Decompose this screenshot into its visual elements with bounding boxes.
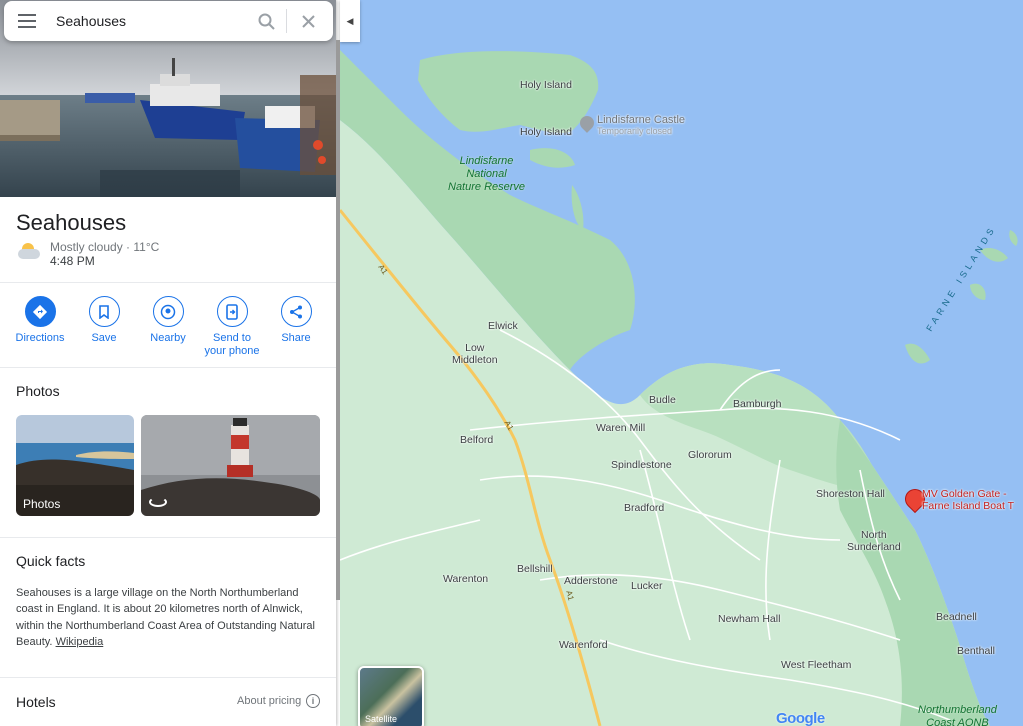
map-label-castle-status: Temporarily closed [597,126,673,136]
search-bar [4,1,333,41]
map-label-elwick[interactable]: Elwick [488,320,518,332]
map-label-shoreston-hall[interactable]: Shoreston Hall [816,488,885,500]
map-label-newham-hall[interactable]: Newham Hall [718,613,780,625]
photos-tile-label: Photos [23,497,61,511]
about-pricing-label[interactable]: About pricing [237,695,301,707]
place-side-panel: Seahouses Mostly cloudy · 11°C 4:48 PM D… [0,0,336,726]
quick-facts-heading: Quick facts [16,553,86,569]
directions-button[interactable]: Directions [9,296,71,358]
close-icon[interactable] [287,14,329,28]
map-label-beadnell[interactable]: Beadnell [936,611,977,623]
save-button[interactable]: Save [73,296,135,358]
caret-left-icon: ◀ [346,15,354,26]
north-sunderland-line-1: North [861,529,887,541]
coast-aonb-line-2: Coast AONB [926,717,989,726]
satellite-label: Satellite [365,714,398,724]
maps-app: { "search": {"value": "Seahouses"}, "pla… [0,0,1023,726]
map-label-spindlestone[interactable]: Spindlestone [611,459,672,471]
share-icon [280,296,312,327]
place-title: Seahouses [16,210,127,235]
golden-gate-line-2: Farne Island Boat T [922,500,1015,512]
map-label-bamburgh[interactable]: Bamburgh [733,398,781,410]
map-label-bellshill[interactable]: Bellshill [517,563,553,575]
north-sunderland-line-2: Sunderland [847,541,901,553]
weather-conditions: Mostly cloudy · 11°C [50,240,160,254]
menu-icon[interactable] [4,14,50,28]
photo-tile-beach[interactable]: Photos [16,415,134,516]
action-buttons-row: Directions Save Nearby Send to your phon… [0,296,336,358]
search-icon[interactable] [246,13,286,30]
send-to-phone-icon [216,296,248,327]
map-label-warenford[interactable]: Warenford [559,639,608,651]
directions-label: Directions [15,332,65,344]
map-label-warenton[interactable]: Warenton [443,573,488,585]
bookmark-icon [88,296,120,327]
collapse-panel-button[interactable]: ◀ [340,0,360,42]
photo-tile-lighthouse[interactable] [141,415,320,516]
map-label-benthall[interactable]: Benthall [957,645,995,657]
map-label-holy-island[interactable]: Holy Island [520,79,572,91]
wikipedia-link[interactable]: Wikipedia [56,636,104,648]
weather-info: Mostly cloudy · 11°C 4:48 PM [16,240,159,268]
lighthouse-photo-image [141,415,320,516]
map-label-low-middleton[interactable]: Low Middleton [452,342,498,366]
send-to-phone-button[interactable]: Send to your phone [201,296,263,358]
directions-icon [24,296,56,327]
divider [0,367,336,368]
save-label: Save [91,332,117,344]
map-label-west-fleetham[interactable]: West Fleetham [781,659,851,671]
nearby-button[interactable]: Nearby [137,296,199,358]
partly-cloudy-icon [16,240,42,262]
map-label-adderstone[interactable]: Adderstone [564,575,618,587]
hotels-heading: Hotels [16,694,56,710]
share-button[interactable]: Share [265,296,327,358]
map-label-northumberland-coast[interactable]: Northumberland Coast AONB [918,704,997,726]
map-label-bradford[interactable]: Bradford [624,502,664,514]
map-label-holy-island-village[interactable]: Holy Island [520,126,572,138]
reserve-line-2: National [466,168,507,180]
quick-facts-text: Seahouses is a large village on the Nort… [16,585,326,651]
map-canvas[interactable]: Holy Island Holy Island Lindisfarne Cast… [340,0,1023,726]
local-time: 4:48 PM [50,254,95,268]
google-logo: Google [776,710,825,726]
photos-heading: Photos [16,383,60,399]
map-label-glororum[interactable]: Glororum [688,449,732,461]
map-label-budle[interactable]: Budle [649,394,676,406]
360-view-icon [149,497,167,507]
low-middleton-line-1: Low [465,342,485,354]
coast-aonb-line-1: Northumberland [918,704,997,716]
reserve-line-1: Lindisfarne [459,155,514,167]
divider [0,282,336,283]
nearby-icon [152,296,184,327]
panel-scrollbar[interactable] [336,40,340,600]
map-label-north-sunderland[interactable]: North Sunderland [847,529,901,553]
info-icon[interactable]: i [306,694,320,708]
golden-gate-line-1: MV Golden Gate - [922,488,1007,500]
send-to-phone-label: Send to your phone [204,332,260,357]
share-label: Share [281,332,311,344]
reserve-line-3: Nature Reserve [448,181,526,193]
map-label-waren-mill[interactable]: Waren Mill [596,422,645,434]
satellite-layer-button[interactable]: Satellite [358,666,424,726]
map-label-lindisfarne-castle[interactable]: Lindisfarne Castle [597,114,685,126]
nearby-label: Nearby [150,332,186,344]
search-input[interactable] [56,13,246,29]
low-middleton-line-2: Middleton [452,354,498,366]
divider [0,677,336,678]
divider [0,537,336,538]
map-label-nature-reserve[interactable]: Lindisfarne National Nature Reserve [448,155,525,194]
map-label-belford[interactable]: Belford [460,434,493,446]
map-background [340,0,1023,726]
map-label-lucker[interactable]: Lucker [631,580,663,592]
map-label-mv-golden-gate[interactable]: MV Golden Gate - Farne Island Boat T [922,488,1014,512]
